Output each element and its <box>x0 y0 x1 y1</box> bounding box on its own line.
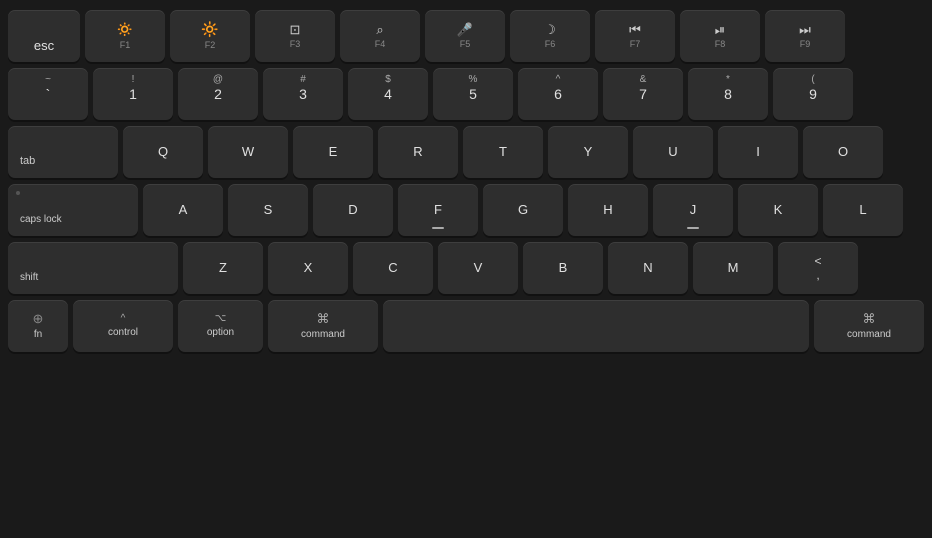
number-row: ~ ` ! 1 @ 2 # 3 $ 4 % 5 ^ 6 & 7 <box>8 68 924 120</box>
f8-key[interactable]: ⏯ F8 <box>680 10 760 62</box>
caps-lock-indicator <box>16 191 20 195</box>
f4-key[interactable]: ⌕ F4 <box>340 10 420 62</box>
f9-label: F9 <box>800 39 811 50</box>
k-key[interactable]: K <box>738 184 818 236</box>
f2-label: F2 <box>205 40 216 51</box>
o-key[interactable]: O <box>803 126 883 178</box>
s-key[interactable]: S <box>228 184 308 236</box>
bottom-row: ⊕ fn ^ control ⌥ option ⌘ command ⌘ comm… <box>8 300 924 352</box>
l-key[interactable]: L <box>823 184 903 236</box>
fn-key[interactable]: ⊕ fn <box>8 300 68 352</box>
search-icon: ⌕ <box>376 22 383 38</box>
tilde-key[interactable]: ~ ` <box>8 68 88 120</box>
mission-control-icon: ⊡ <box>290 22 301 38</box>
j-key[interactable]: J <box>653 184 733 236</box>
globe-icon: ⊕ <box>33 311 44 327</box>
fast-forward-icon: ⏭ <box>799 22 811 38</box>
f9-key[interactable]: ⏭ F9 <box>765 10 845 62</box>
8-key[interactable]: * 8 <box>688 68 768 120</box>
comma-key[interactable]: < , <box>778 242 858 294</box>
qwerty-row: tab Q W E R T Y U I O <box>8 126 924 178</box>
f3-label: F3 <box>290 39 301 50</box>
rewind-icon: ⏮ <box>629 22 641 38</box>
5-key[interactable]: % 5 <box>433 68 513 120</box>
h-key[interactable]: H <box>568 184 648 236</box>
6-key[interactable]: ^ 6 <box>518 68 598 120</box>
1-key[interactable]: ! 1 <box>93 68 173 120</box>
3-key[interactable]: # 3 <box>263 68 343 120</box>
esc-key[interactable]: esc <box>8 10 80 62</box>
command-left-label: command <box>301 329 345 341</box>
f3-key[interactable]: ⊡ F3 <box>255 10 335 62</box>
d-key[interactable]: D <box>313 184 393 236</box>
zxcv-row: shift Z X C V B N M < , <box>8 242 924 294</box>
7-key[interactable]: & 7 <box>603 68 683 120</box>
g-key[interactable]: G <box>483 184 563 236</box>
x-key[interactable]: X <box>268 242 348 294</box>
asdf-row: caps lock A S D F G H J K L <box>8 184 924 236</box>
do-not-disturb-icon: ☽ <box>544 22 556 38</box>
f5-key[interactable]: 🎤 F5 <box>425 10 505 62</box>
control-key[interactable]: ^ control <box>73 300 173 352</box>
v-key[interactable]: V <box>438 242 518 294</box>
w-key[interactable]: W <box>208 126 288 178</box>
4-key[interactable]: $ 4 <box>348 68 428 120</box>
9-key[interactable]: ( 9 <box>773 68 853 120</box>
esc-label: esc <box>34 38 54 54</box>
command-right-icon: ⌘ <box>863 311 876 327</box>
command-left-key[interactable]: ⌘ command <box>268 300 378 352</box>
u-key[interactable]: U <box>633 126 713 178</box>
shift-left-label: shift <box>20 272 38 284</box>
brightness-up-icon: 🔆 <box>201 21 218 38</box>
a-key[interactable]: A <box>143 184 223 236</box>
f8-label: F8 <box>715 39 726 50</box>
fn-row: esc 🔅 F1 🔆 F2 ⊡ F3 ⌕ F4 <box>8 10 924 62</box>
control-caret-icon: ^ <box>121 313 126 325</box>
j-tactile-bump <box>687 227 699 229</box>
z-key[interactable]: Z <box>183 242 263 294</box>
caps-lock-key[interactable]: caps lock <box>8 184 138 236</box>
option-label: option <box>207 327 234 339</box>
q-key[interactable]: Q <box>123 126 203 178</box>
f7-key[interactable]: ⏮ F7 <box>595 10 675 62</box>
2-key[interactable]: @ 2 <box>178 68 258 120</box>
mic-icon: 🎤 <box>457 22 473 38</box>
f5-label: F5 <box>460 39 471 50</box>
f-tactile-bump <box>432 227 444 229</box>
f2-key[interactable]: 🔆 F2 <box>170 10 250 62</box>
f6-label: F6 <box>545 39 556 50</box>
f4-label: F4 <box>375 39 386 50</box>
t-key[interactable]: T <box>463 126 543 178</box>
fn-label: fn <box>34 329 42 341</box>
e-key[interactable]: E <box>293 126 373 178</box>
i-key[interactable]: I <box>718 126 798 178</box>
b-key[interactable]: B <box>523 242 603 294</box>
option-key[interactable]: ⌥ option <box>178 300 263 352</box>
spacebar-key[interactable] <box>383 300 809 352</box>
f1-label: F1 <box>120 40 131 51</box>
command-right-label: command <box>847 329 891 341</box>
shift-left-key[interactable]: shift <box>8 242 178 294</box>
m-key[interactable]: M <box>693 242 773 294</box>
tab-label: tab <box>20 155 35 168</box>
command-right-key[interactable]: ⌘ command <box>814 300 924 352</box>
n-key[interactable]: N <box>608 242 688 294</box>
command-left-icon: ⌘ <box>317 311 330 327</box>
option-icon: ⌥ <box>215 313 227 325</box>
f1-key[interactable]: 🔅 F1 <box>85 10 165 62</box>
play-pause-icon: ⏯ <box>715 22 725 38</box>
f6-key[interactable]: ☽ F6 <box>510 10 590 62</box>
r-key[interactable]: R <box>378 126 458 178</box>
caps-lock-label: caps lock <box>20 214 62 226</box>
control-label: control <box>108 327 138 339</box>
y-key[interactable]: Y <box>548 126 628 178</box>
tab-key[interactable]: tab <box>8 126 118 178</box>
c-key[interactable]: C <box>353 242 433 294</box>
brightness-down-icon: 🔅 <box>116 21 133 38</box>
f7-label: F7 <box>630 39 641 50</box>
keyboard: esc 🔅 F1 🔆 F2 ⊡ F3 ⌕ F4 <box>8 10 924 352</box>
f-key[interactable]: F <box>398 184 478 236</box>
